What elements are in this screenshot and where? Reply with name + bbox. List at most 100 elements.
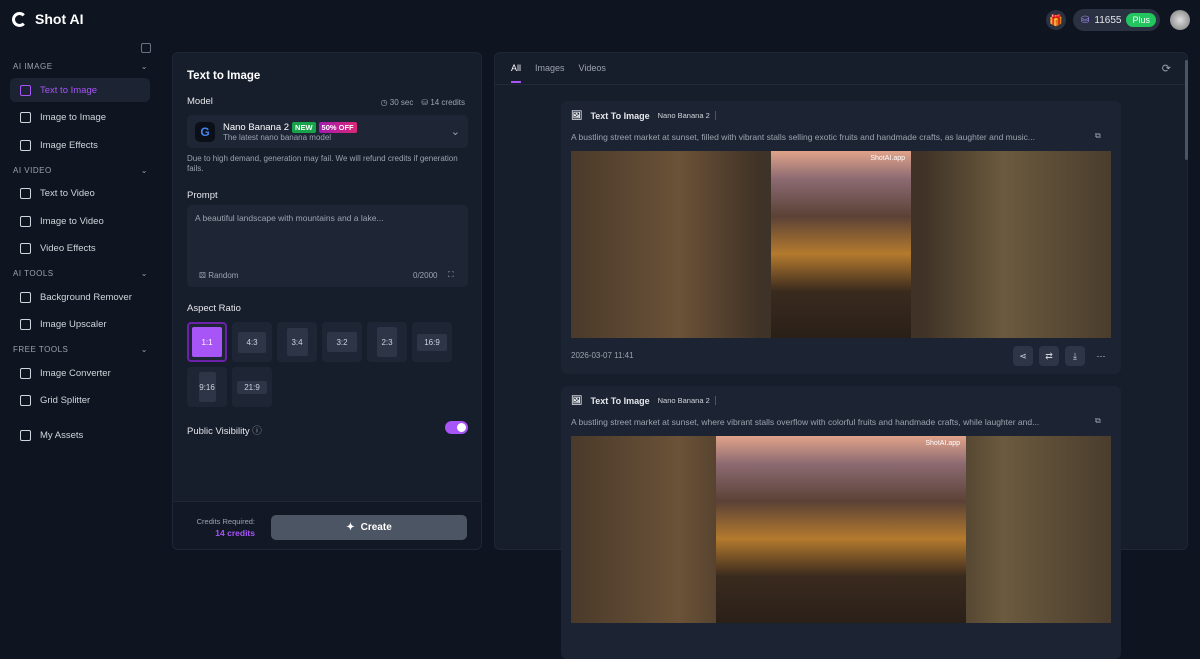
aspect-option[interactable]: 3:2 [322,322,362,362]
card-type: Text To Image [590,396,649,406]
reuse-icon[interactable]: ⇄ [1039,346,1059,366]
sidebar-item-label: Grid Splitter [40,395,90,406]
watermark: ShotAI.app [925,440,960,447]
sidebar-item-label: Image to Image [40,112,106,123]
result-card: 🖼Text To ImageNano Banana 2 A bustling s… [561,386,1121,659]
sidebar-item[interactable]: Grid Splitter [10,389,150,413]
sidebar-item[interactable]: Image Converter [10,361,150,385]
card-date: 2026-03-07 11:41 [571,351,634,360]
chevron-down-icon: ⌄ [141,345,148,354]
sidebar-item[interactable]: Background Remover [10,285,150,309]
help-icon: ⓘ [252,426,262,437]
sidebar-item-label: Text to Video [40,188,95,199]
result-image[interactable]: ShotAI.app [571,151,1111,338]
result-card: 🖼 Text To Image Nano Banana 2 A bustling s… [561,101,1121,374]
results-panel: All Images Videos ⟳ 🖼 Text To Image Nano Ban… [494,52,1188,550]
credits-required-label: Credits Required: [197,517,255,526]
card-type: Text To Image [590,111,649,121]
card-prompt: A bustling street market at sunset, fill… [571,132,1081,142]
collapse-sidebar-icon[interactable] [141,43,151,53]
sidebar-section[interactable]: AI IMAGE⌄ [13,62,148,71]
card-model: Nano Banana 2 [658,111,716,120]
result-image[interactable]: ShotAI.app [571,436,1111,623]
sidebar-item[interactable]: Image Effects [10,133,150,157]
share-icon[interactable]: ⋖ [1013,346,1033,366]
sparkle-icon: ✦ [346,522,354,533]
sidebar-item[interactable]: Text to Video [10,182,150,206]
visibility-toggle[interactable] [445,421,468,434]
chevron-down-icon: ⌄ [141,269,148,278]
card-model: Nano Banana 2 [658,396,716,405]
folder-icon [20,430,31,441]
sidebar-section[interactable]: AI TOOLS⌄ [13,269,148,278]
expand-icon[interactable]: ⛶ [448,270,454,280]
tab[interactable]: Images [535,63,565,83]
generation-form: Text to Image Model ◷ 30 sec⛁ 14 credits… [172,52,482,550]
logo[interactable]: Shot AI [12,11,83,27]
sidebar-item[interactable]: Image to Video [10,209,150,233]
image-icon: 🖼 [571,110,582,121]
sidebar-item-label: Image Upscaler [40,319,107,330]
more-icon[interactable]: ⋯ [1091,346,1111,366]
prompt-placeholder: A beautiful landscape with mountains and… [195,213,384,223]
copy-icon[interactable]: ⧉ [1095,131,1101,141]
plan-badge: Plus [1126,13,1156,27]
sidebar-item-label: Image to Video [40,216,104,227]
chevron-down-icon: ⌄ [141,166,148,175]
gift-icon[interactable]: 🎁 [1046,10,1066,30]
sidebar-item[interactable]: Image Upscaler [10,313,150,337]
chevron-down-icon: ⌄ [451,125,460,138]
sidebar-item[interactable]: Video Effects [10,237,150,261]
aspect-option[interactable]: 1:1 [187,322,227,362]
aspect-option[interactable]: 2:3 [367,322,407,362]
prompt-input[interactable]: A beautiful landscape with mountains and… [187,205,468,287]
char-count: 0/2000 [413,271,437,280]
copy-icon[interactable]: ⧉ [1095,416,1101,426]
sidebar-section[interactable]: FREE TOOLS⌄ [13,345,148,354]
credits-required-value: 14 credits [215,528,255,538]
model-select[interactable]: G Nano Banana 2NEW50% OFF The latest nan… [187,115,468,148]
time-estimate: ◷ 30 sec [381,98,414,107]
tool-icon [20,85,31,96]
refresh-icon[interactable]: ⟳ [1162,62,1171,75]
sidebar-item-my-assets[interactable]: My Assets [10,423,150,447]
credits-badge[interactable]: ⛁11655Plus [1073,9,1160,31]
sidebar-item-label: My Assets [40,430,83,441]
watermark: ShotAI.app [870,155,905,162]
tab[interactable]: Videos [579,63,606,83]
tab[interactable]: All [511,63,521,83]
coins-icon: ⛁ [1081,15,1089,26]
tool-icon [20,292,31,303]
sidebar-item[interactable]: Image to Image [10,106,150,130]
create-button[interactable]: ✦Create [271,515,467,540]
model-desc: The latest nano banana model [223,133,357,142]
tool-icon [20,368,31,379]
sidebar-item-label: Video Effects [40,243,96,254]
random-button[interactable]: ⚄ Random [199,271,238,280]
visibility-label: Public Visibility ⓘ [187,423,262,437]
google-icon: G [195,122,215,142]
prompt-label: Prompt [187,190,218,201]
tool-icon [20,319,31,330]
cost-estimate: ⛁ 14 credits [421,98,465,107]
download-icon[interactable]: ⤓ [1065,346,1085,366]
tool-icon [20,140,31,151]
aspect-option[interactable]: 3:4 [277,322,317,362]
image-icon: 🖼 [571,395,582,406]
logo-icon [12,12,27,27]
sidebar-item[interactable]: Text to Image [10,78,150,102]
aspect-option[interactable]: 4:3 [232,322,272,362]
sidebar-section[interactable]: AI VIDEO⌄ [13,166,148,175]
form-title: Text to Image [187,70,260,82]
aspect-option[interactable]: 16:9 [412,322,452,362]
tool-icon [20,188,31,199]
aspect-option[interactable]: 9:16 [187,367,227,407]
scrollbar[interactable] [1185,60,1188,160]
chevron-down-icon: ⌄ [141,62,148,71]
tool-icon [20,112,31,123]
aspect-label: Aspect Ratio [187,303,241,314]
app-name: Shot AI [35,11,83,27]
avatar[interactable] [1170,10,1190,30]
tool-icon [20,243,31,254]
aspect-option[interactable]: 21:9 [232,367,272,407]
